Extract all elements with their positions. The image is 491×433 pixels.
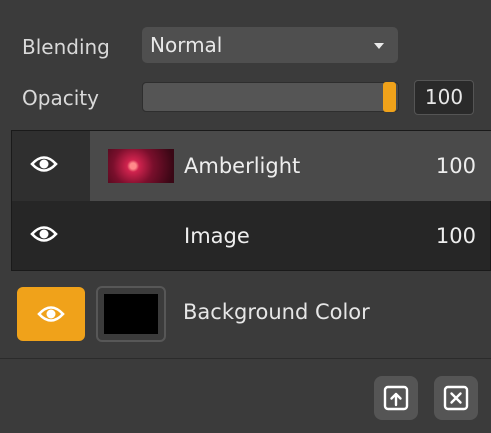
layer-panel: Blending Normal Opacity 100 Amberlight 1… — [0, 0, 491, 433]
background-color-label: Background Color — [183, 300, 370, 324]
background-visibility-button[interactable] — [17, 287, 85, 341]
blending-select[interactable]: Normal — [142, 27, 398, 63]
layer-name: Image — [184, 224, 250, 248]
layer-opacity: 100 — [435, 154, 476, 178]
delete-layer-button[interactable] — [434, 376, 478, 420]
eye-icon[interactable] — [30, 153, 58, 175]
layer-row-amberlight[interactable]: Amberlight 100 — [12, 131, 491, 201]
opacity-slider[interactable] — [142, 82, 399, 112]
opacity-label: Opacity — [22, 86, 99, 110]
eye-icon[interactable] — [30, 223, 58, 245]
export-button[interactable] — [374, 376, 418, 420]
opacity-slider-fill — [143, 83, 396, 111]
divider — [0, 358, 491, 359]
close-icon — [443, 385, 469, 411]
export-icon — [383, 385, 409, 411]
layer-row-image[interactable]: Image 100 — [12, 201, 491, 271]
layer-name: Amberlight — [184, 154, 301, 178]
layer-opacity: 100 — [435, 224, 476, 248]
layer-list: Amberlight 100 Image 100 — [11, 130, 491, 271]
blending-value: Normal — [150, 33, 223, 57]
chevron-down-icon — [374, 43, 384, 49]
blending-label: Blending — [22, 35, 110, 59]
layer-thumbnail — [108, 149, 174, 183]
background-color-swatch[interactable] — [96, 286, 166, 342]
background-color-fill — [104, 294, 158, 334]
opacity-slider-thumb[interactable] — [383, 82, 396, 112]
opacity-value-input[interactable]: 100 — [414, 80, 474, 115]
eye-icon — [37, 306, 65, 322]
